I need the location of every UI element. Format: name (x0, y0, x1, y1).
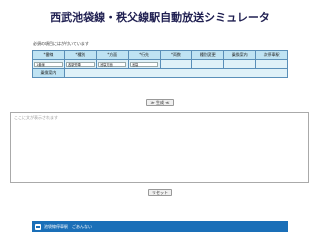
track-select[interactable]: 1番線 (34, 61, 63, 67)
cell-type-change (191, 59, 225, 69)
transfer-guide-cell[interactable] (63, 68, 289, 78)
header-direction: *方面 (95, 50, 129, 60)
cell-type: 各駅停車 (63, 59, 97, 69)
footer-text: 池袋線停車駅 ごあんない (44, 223, 92, 229)
cell-cars (159, 59, 193, 69)
header-next-stop: 次停車駅 (255, 50, 288, 60)
required-note: 必須の項目にはが付いています (33, 41, 89, 46)
announcement-output-textarea[interactable]: ここに文が表示されます (10, 112, 309, 183)
reset-button[interactable]: リセット (148, 189, 172, 196)
header-type-change: 種別変更 (191, 50, 225, 60)
footer-banner[interactable]: 池袋線停車駅 ごあんない (32, 221, 288, 232)
cell-next-stop (255, 59, 288, 69)
cell-direction: 池袋方面 (95, 59, 129, 69)
page-title: 西武池袋線・秩父線駅自動放送シミュレータ (50, 11, 270, 24)
page: 西武池袋線・秩父線駅自動放送シミュレータ 必須の項目にはが付いています *番線 … (0, 0, 320, 240)
type-select[interactable]: 各駅停車 (66, 61, 95, 67)
cell-track: 1番線 (32, 59, 65, 69)
generate-button[interactable]: ≫ 生成 ≪ (146, 99, 174, 106)
header-track: *番線 (32, 50, 65, 60)
cell-destination: 池袋 (127, 59, 161, 69)
train-icon (35, 223, 41, 230)
header-transfer: 乗換案内 (223, 50, 257, 60)
announcement-form-table: *番線 *種別 *方面 *行先 *両数 種別変更 乗換案内 次停車駅 1番線 各… (32, 50, 289, 78)
header-type: *種別 (63, 50, 97, 60)
direction-select[interactable]: 池袋方面 (97, 61, 127, 67)
destination-select[interactable]: 池袋 (129, 61, 159, 67)
header-cars: *両数 (159, 50, 193, 60)
cell-transfer (223, 59, 257, 69)
header-destination: *行先 (127, 50, 161, 60)
transfer-guide-label: 乗換案内 (32, 68, 65, 78)
